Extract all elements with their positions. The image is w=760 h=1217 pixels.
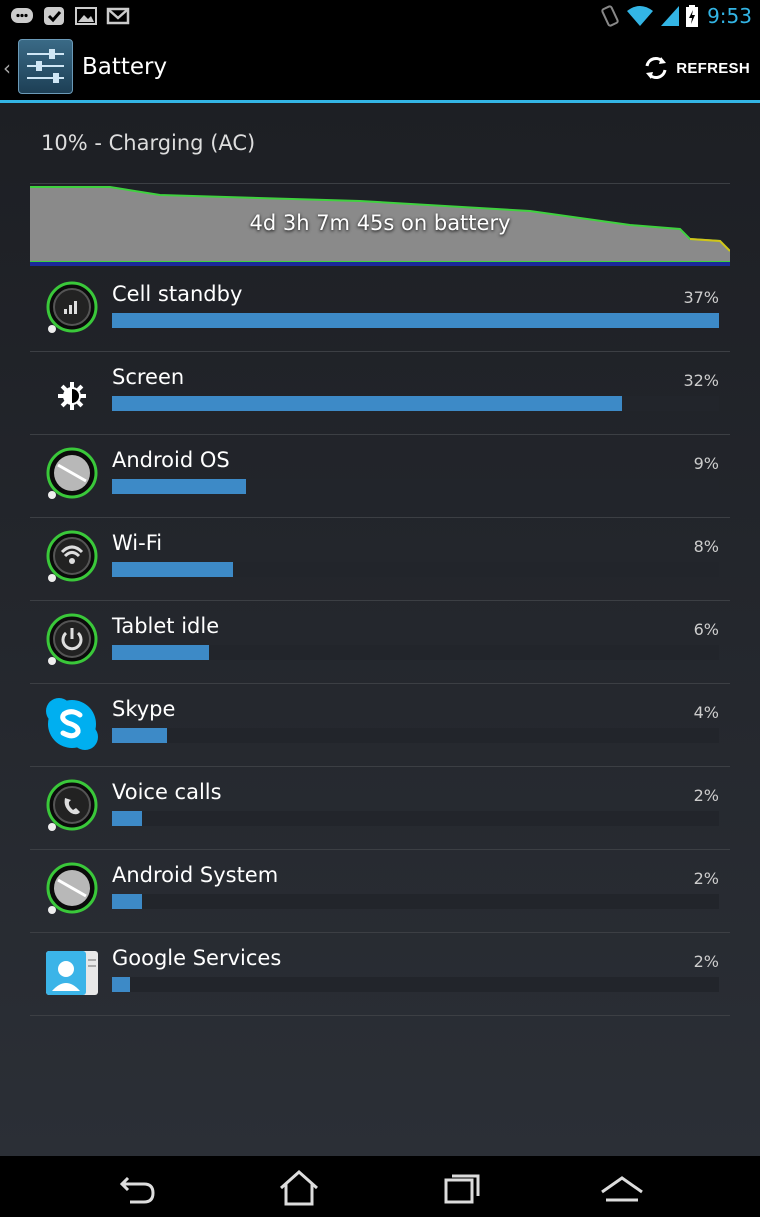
refresh-icon: [645, 57, 667, 79]
settings-sliders-icon[interactable]: [18, 39, 73, 94]
usage-item-android-system[interactable]: Android System 2%: [30, 850, 730, 933]
battery-status: 10% - Charging (AC): [41, 131, 256, 155]
back-icon[interactable]: [116, 1168, 160, 1208]
battery-content: 10% - Charging (AC) 4d 3h 7m 45s on batt…: [0, 103, 760, 1156]
usage-bar-track: [112, 562, 719, 577]
usage-item-label: Google Services: [112, 946, 282, 970]
usage-bar-fill: [112, 728, 167, 743]
usage-item-label: Screen: [112, 365, 185, 389]
power-icon: [46, 613, 98, 665]
skype-icon: [46, 698, 98, 750]
usage-item-label: Skype: [112, 697, 176, 721]
wifi-icon: [627, 6, 654, 26]
usage-item-label: Cell standby: [112, 282, 243, 306]
usage-bar-fill: [112, 811, 143, 826]
usage-item-percent: 37%: [683, 288, 719, 307]
brightness-icon: [58, 382, 86, 410]
usage-bar-fill: [112, 894, 143, 909]
divider: [30, 183, 730, 184]
usage-bar-track: [112, 479, 719, 494]
usage-item-screen[interactable]: Screen 32%: [30, 352, 730, 435]
usage-item-wifi[interactable]: Wi-Fi 8%: [30, 518, 730, 601]
usage-bar-fill: [112, 562, 234, 577]
gmail-icon: [106, 7, 130, 25]
usage-item-google-services[interactable]: Google Services 2%: [30, 933, 730, 1016]
signal-icon: [661, 6, 680, 26]
android-system-icon: [46, 862, 98, 914]
usage-item-percent: 2%: [693, 869, 719, 888]
check-icon: [44, 7, 64, 25]
usage-list: Cell standby 37% Screen 32% Android OS 9…: [30, 269, 730, 1016]
usage-item-percent: 32%: [683, 371, 719, 390]
usage-item-percent: 4%: [693, 703, 719, 722]
usage-item-label: Android OS: [112, 448, 230, 472]
usage-item-label: Tablet idle: [112, 614, 220, 638]
refresh-label: REFRESH: [676, 59, 750, 77]
usage-item-percent: 2%: [693, 952, 719, 971]
usage-item-label: Android System: [112, 863, 279, 887]
usage-bar-track: [112, 396, 719, 411]
battery-history-graph[interactable]: 4d 3h 7m 45s on battery: [30, 185, 731, 267]
usage-item-percent: 8%: [693, 537, 719, 556]
usage-bar-fill: [112, 396, 622, 411]
image-icon: [75, 7, 97, 25]
recent-apps-icon[interactable]: [440, 1168, 484, 1208]
usage-item-tablet-idle[interactable]: Tablet idle 6%: [30, 601, 730, 684]
page-title: Battery: [82, 54, 168, 80]
vibrate-icon: [601, 5, 619, 27]
phone-icon: [46, 779, 98, 831]
usage-item-skype[interactable]: Skype 4%: [30, 684, 730, 767]
status-bar: 9:53: [0, 0, 760, 34]
usage-bar-track: [112, 811, 719, 826]
menu-up-icon[interactable]: [600, 1168, 644, 1208]
system-icons: 9:53: [599, 4, 752, 28]
usage-bar-track: [112, 313, 719, 328]
usage-bar-fill: [112, 977, 131, 992]
wifi-icon: [46, 530, 98, 582]
usage-item-label: Wi-Fi: [112, 531, 163, 555]
home-icon[interactable]: [277, 1168, 321, 1208]
usage-item-label: Voice calls: [112, 780, 222, 804]
usage-item-percent: 6%: [693, 620, 719, 639]
refresh-button[interactable]: REFRESH: [642, 51, 750, 85]
notification-icons: [10, 6, 130, 26]
cell-signal-icon: [46, 281, 98, 333]
navigation-bar: [0, 1156, 760, 1217]
android-os-icon: [46, 447, 98, 499]
battery-charging-icon: [686, 5, 699, 27]
action-bar: ‹ Battery REFRESH: [0, 34, 760, 103]
message-icon: [11, 8, 33, 23]
usage-bar-track: [112, 728, 719, 743]
graph-duration-label: 4d 3h 7m 45s on battery: [249, 211, 511, 235]
usage-item-cell-standby[interactable]: Cell standby 37%: [30, 269, 730, 352]
usage-item-voice-calls[interactable]: Voice calls 2%: [30, 767, 730, 850]
usage-bar-track: [112, 977, 719, 992]
clock: 9:53: [707, 4, 752, 28]
usage-item-percent: 9%: [693, 454, 719, 473]
contact-card-icon: [46, 951, 98, 995]
usage-bar-track: [112, 645, 719, 660]
usage-bar-fill: [112, 479, 246, 494]
usage-item-android-os[interactable]: Android OS 9%: [30, 435, 730, 518]
usage-bar-fill: [112, 313, 719, 328]
usage-bar-fill: [112, 645, 210, 660]
usage-item-percent: 2%: [693, 786, 719, 805]
up-caret-icon[interactable]: ‹: [3, 56, 11, 80]
usage-bar-track: [112, 894, 719, 909]
